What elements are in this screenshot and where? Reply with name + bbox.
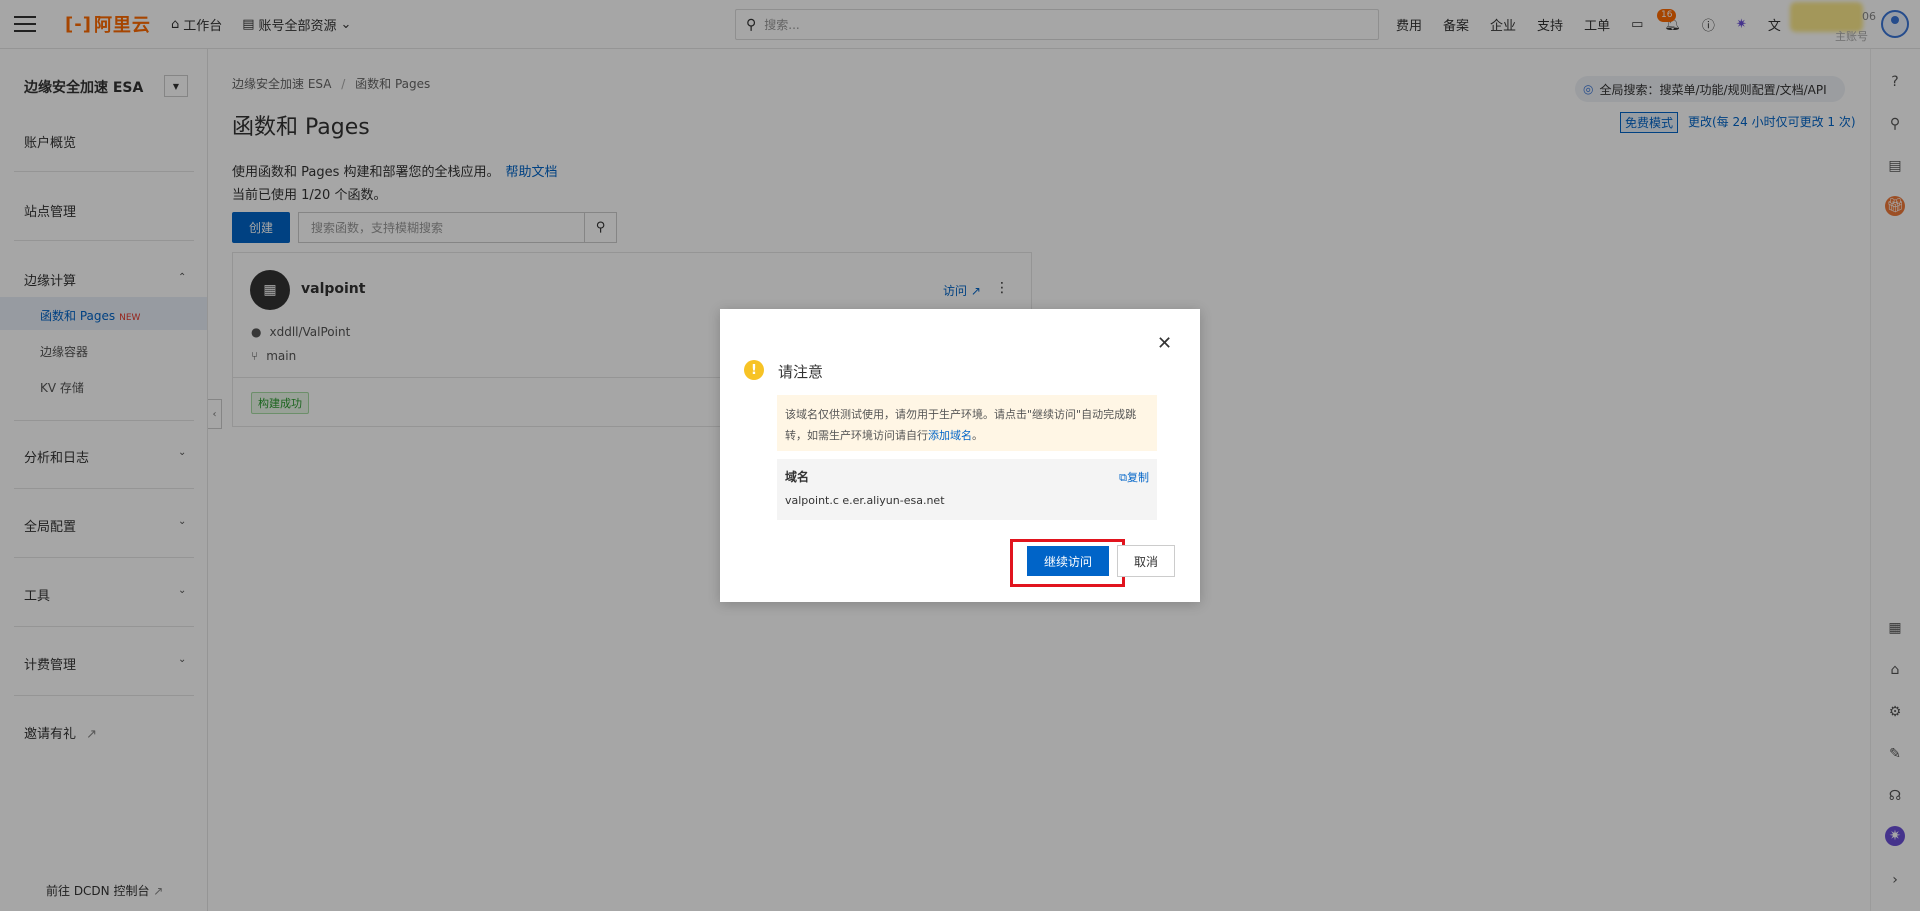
domain-box: 域名 valpoint.c e.er.aliyun-esa.net ⧉复制 [777, 459, 1157, 520]
add-domain-link[interactable]: 添加域名 [928, 429, 972, 442]
copy-button[interactable]: ⧉复制 [1119, 469, 1149, 485]
copy-icon: ⧉ [1119, 471, 1127, 484]
notice-end: 。 [972, 429, 983, 442]
cancel-button[interactable]: 取消 [1117, 545, 1175, 577]
notice-message: 该域名仅供测试使用，请勿用于生产环境。请点击"继续访问"自动完成跳转，如需生产环… [777, 395, 1157, 451]
domain-value: valpoint.c e.er.aliyun-esa.net [785, 494, 945, 507]
close-icon[interactable]: ✕ [1157, 333, 1172, 354]
continue-visit-button[interactable]: 继续访问 [1027, 546, 1109, 576]
domain-label: 域名 [785, 470, 810, 484]
notice-dialog: ✕ ! 请注意 该域名仅供测试使用，请勿用于生产环境。请点击"继续访问"自动完成… [720, 309, 1200, 602]
copy-text: 复制 [1127, 471, 1149, 484]
dialog-title: 请注意 [778, 363, 824, 381]
warning-icon: ! [744, 360, 764, 380]
